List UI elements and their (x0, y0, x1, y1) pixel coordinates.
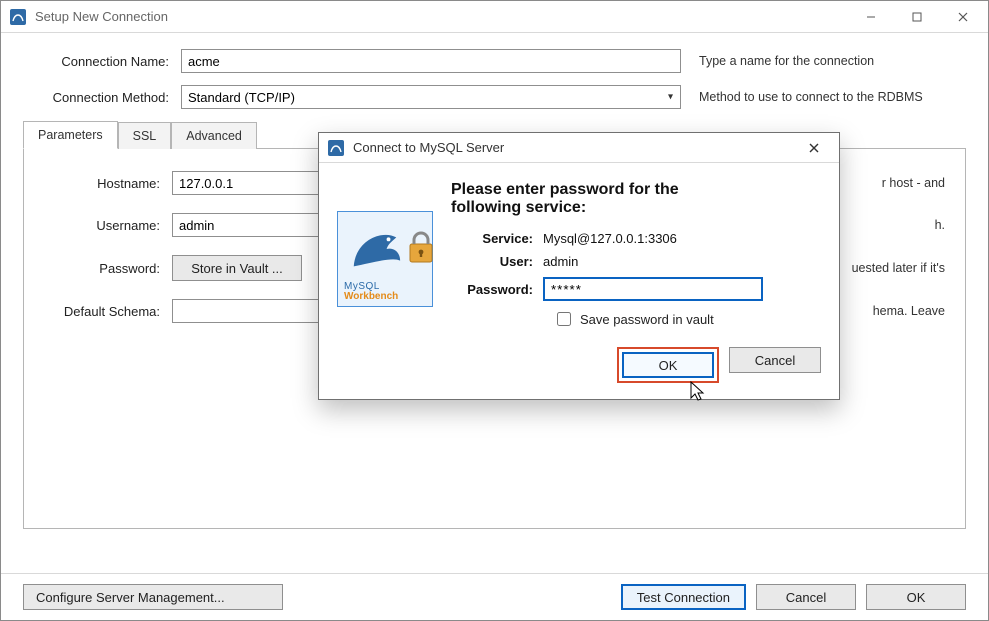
password-hint-fragment: uested later if it's (852, 261, 945, 275)
window-controls (848, 2, 986, 32)
connection-name-input[interactable] (181, 49, 681, 73)
close-button[interactable] (940, 2, 986, 32)
main-titlebar: Setup New Connection (1, 1, 988, 33)
dialog-heading: Please enter password for the following … (451, 181, 821, 217)
default-schema-hint-fragment: hema. Leave (873, 304, 945, 318)
service-label: Service: (451, 231, 543, 246)
store-in-vault-button[interactable]: Store in Vault ... (172, 255, 302, 281)
test-connection-button[interactable]: Test Connection (621, 584, 746, 610)
hostname-hint-fragment: r host - and (882, 176, 945, 190)
connection-name-label: Connection Name: (23, 54, 173, 69)
user-label: User: (451, 254, 543, 269)
dialog-password-label: Password: (451, 282, 543, 297)
password-label: Password: (44, 261, 164, 276)
username-input[interactable] (172, 213, 332, 237)
username-label: Username: (44, 218, 164, 233)
main-ok-button[interactable]: OK (866, 584, 966, 610)
mysql-workbench-icon (9, 8, 27, 26)
lock-icon (406, 230, 436, 269)
dialog-cancel-button[interactable]: Cancel (729, 347, 821, 373)
minimize-button[interactable] (848, 2, 894, 32)
connection-name-hint: Type a name for the connection (699, 54, 874, 68)
default-schema-label: Default Schema: (44, 304, 164, 319)
dialog-ok-button[interactable]: OK (622, 352, 714, 378)
save-password-checkbox[interactable] (557, 312, 571, 326)
main-cancel-button[interactable]: Cancel (756, 584, 856, 610)
connection-method-hint: Method to use to connect to the RDBMS (699, 90, 923, 104)
dialog-title: Connect to MySQL Server (353, 140, 504, 155)
mysql-workbench-icon (327, 139, 345, 157)
ok-button-highlight: OK (617, 347, 719, 383)
dialog-close-button[interactable] (791, 133, 837, 163)
tab-ssl[interactable]: SSL (118, 122, 172, 149)
logo-brand-bottom: Workbench (344, 292, 398, 302)
connection-method-label: Connection Method: (23, 90, 173, 105)
main-window-title: Setup New Connection (35, 9, 168, 24)
user-value: admin (543, 254, 821, 269)
configure-server-management-button[interactable]: Configure Server Management... (23, 584, 283, 610)
hostname-label: Hostname: (44, 176, 164, 191)
service-value: Mysql@127.0.0.1:3306 (543, 231, 821, 246)
workbench-logo: MySQL Workbench (337, 211, 433, 307)
tab-parameters[interactable]: Parameters (23, 121, 118, 149)
dialog-titlebar: Connect to MySQL Server (319, 133, 839, 163)
main-footer: Configure Server Management... Test Conn… (1, 573, 988, 620)
dialog-password-input[interactable] (543, 277, 763, 301)
connect-to-mysql-dialog: Connect to MySQL Server MyS (318, 132, 840, 400)
default-schema-input[interactable] (172, 299, 332, 323)
username-hint-fragment: h. (935, 218, 945, 232)
connection-method-select[interactable] (181, 85, 681, 109)
maximize-button[interactable] (894, 2, 940, 32)
save-password-label: Save password in vault (580, 312, 714, 327)
tab-advanced[interactable]: Advanced (171, 122, 257, 149)
hostname-input[interactable] (172, 171, 332, 195)
